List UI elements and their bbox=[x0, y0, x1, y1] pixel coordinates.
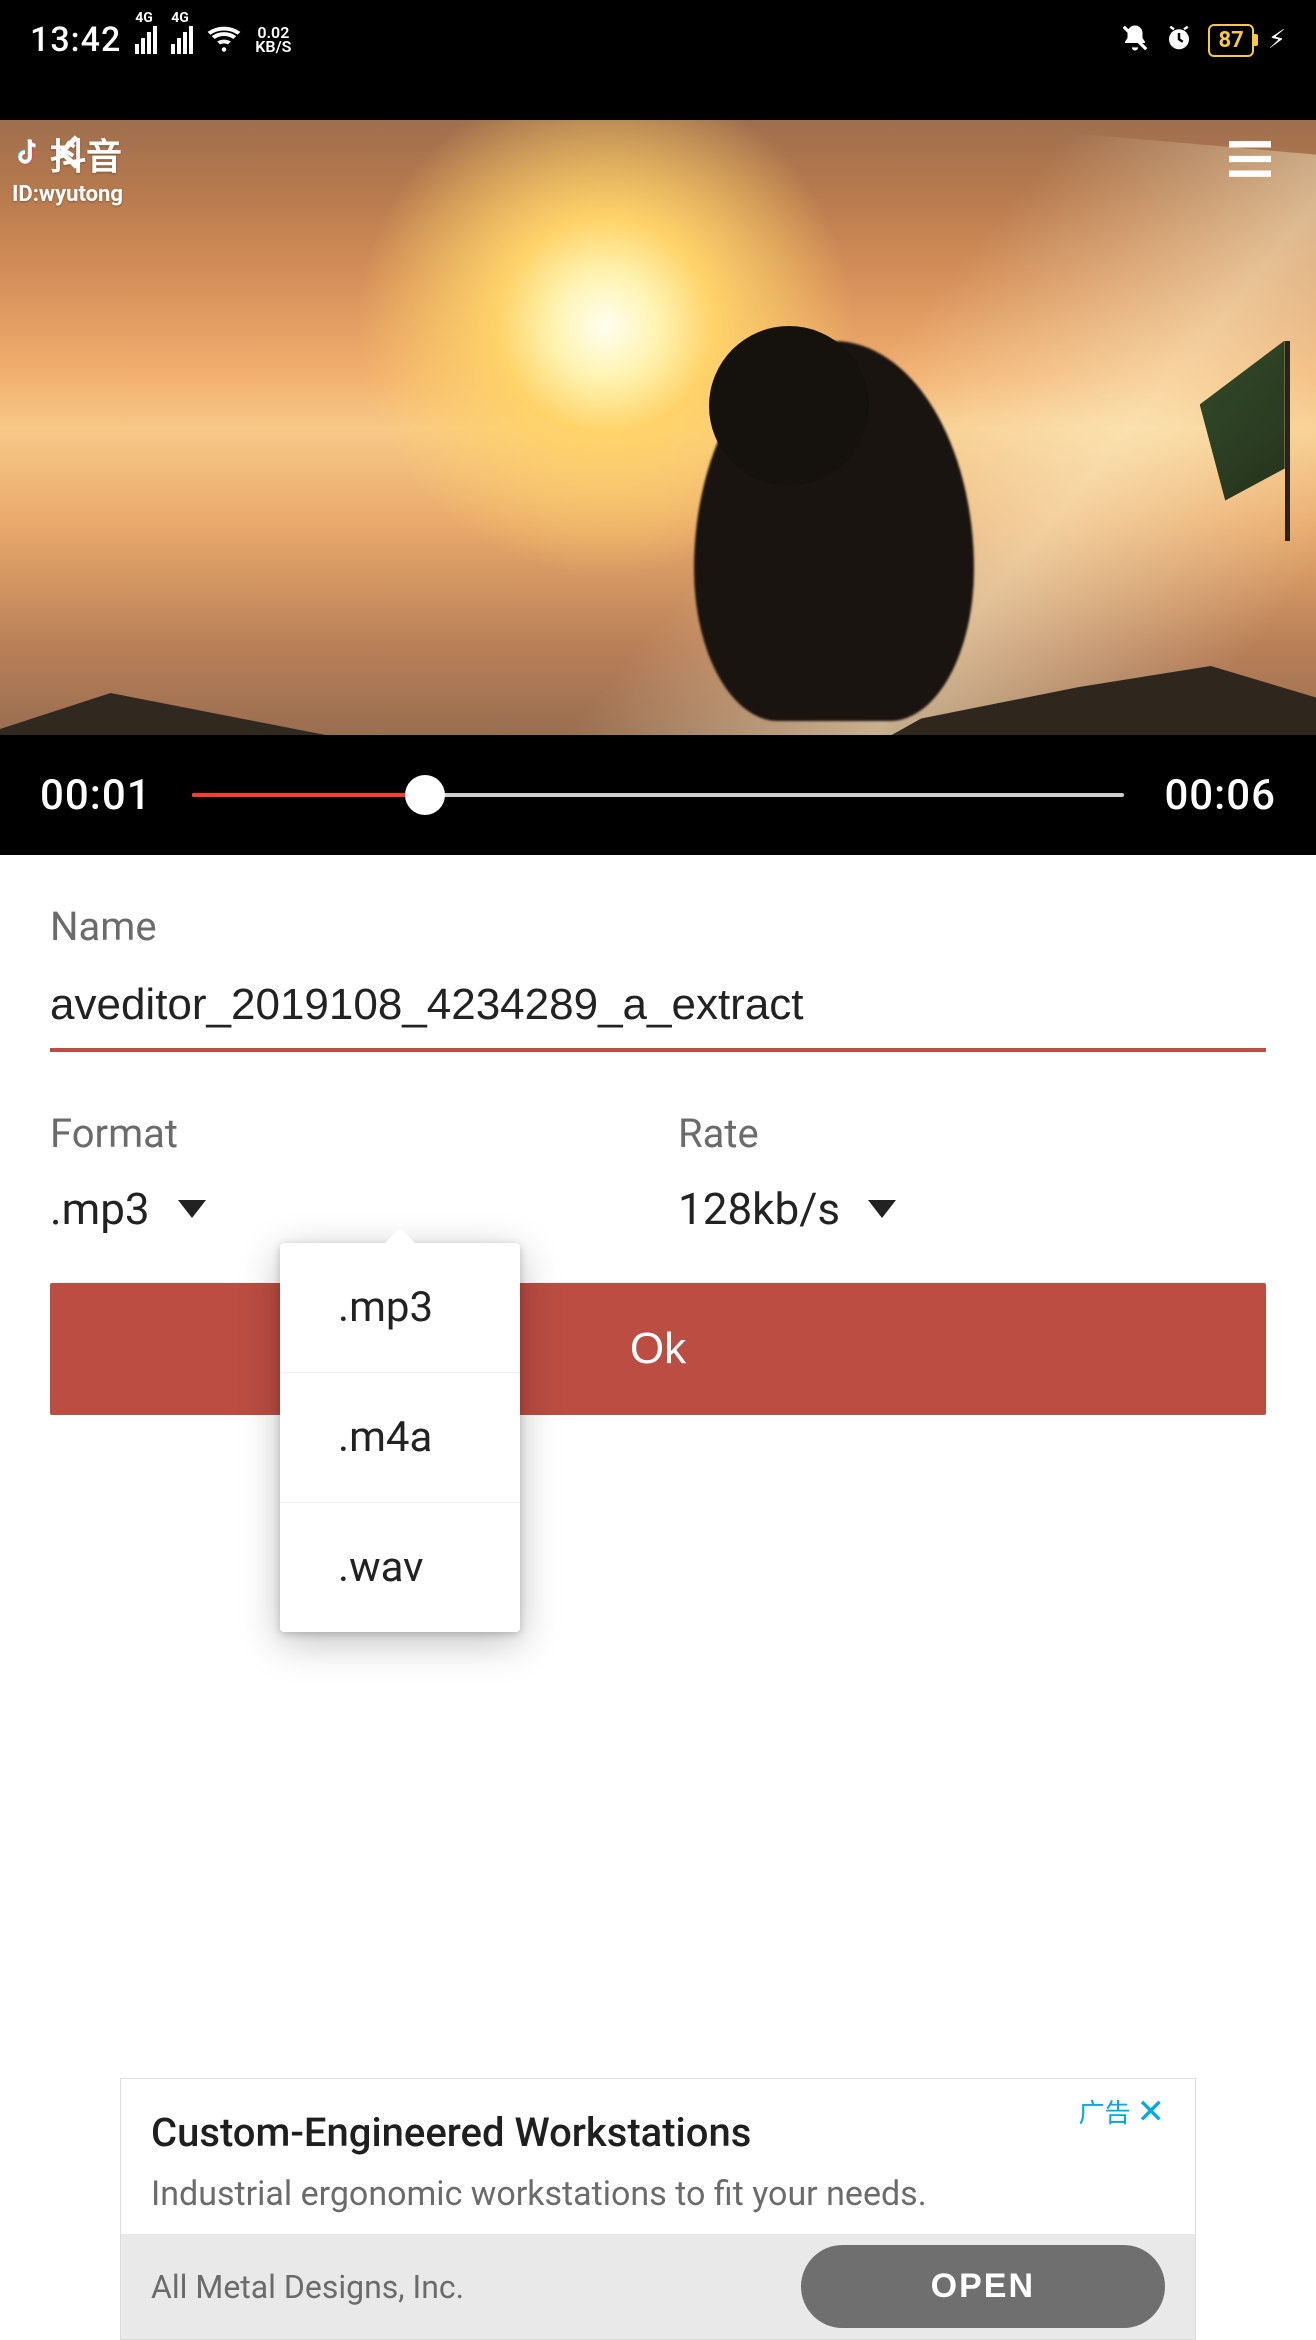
format-value: .mp3 bbox=[50, 1183, 150, 1235]
seek-thumb[interactable] bbox=[405, 775, 445, 815]
ad-company: All Metal Designs, Inc. bbox=[151, 2268, 464, 2306]
ad-subtitle: Industrial ergonomic workstations to fit… bbox=[151, 2174, 1165, 2214]
signal-1-icon: 4G bbox=[135, 26, 157, 54]
form-area: Name Format .mp3 Rate 128kb/s Ok .mp3 bbox=[0, 855, 1316, 2340]
ad-close-icon[interactable]: ✕ bbox=[1137, 2095, 1166, 2129]
name-input[interactable] bbox=[50, 950, 1266, 1052]
wifi-icon bbox=[207, 21, 241, 59]
status-right: 87 ⚡︎ bbox=[1120, 23, 1286, 57]
rate-label: Rate bbox=[678, 1110, 1266, 1157]
ad-title: Custom-Engineered Workstations bbox=[151, 2109, 1165, 2156]
silent-icon bbox=[1120, 23, 1150, 57]
charging-icon: ⚡︎ bbox=[1268, 25, 1286, 55]
caret-down-icon bbox=[178, 1200, 206, 1218]
status-time: 13:42 bbox=[30, 20, 121, 60]
back-button[interactable] bbox=[50, 126, 90, 182]
battery-icon: 87 bbox=[1208, 24, 1253, 57]
name-label: Name bbox=[50, 903, 1266, 950]
net-speed: 0.02 KB/S bbox=[255, 26, 291, 54]
douyin-logo-icon bbox=[12, 137, 42, 171]
ad-banner[interactable]: 广告 ✕ Custom-Engineered Workstations Indu… bbox=[120, 2078, 1196, 2340]
alarm-icon bbox=[1164, 23, 1194, 57]
format-dropdown: .mp3 .m4a .wav bbox=[280, 1243, 520, 1632]
screen: 13:42 4G 4G 0.02 KB/S 8 bbox=[0, 0, 1316, 2340]
rate-select[interactable]: 128kb/s bbox=[678, 1183, 1266, 1235]
format-option-mp3[interactable]: .mp3 bbox=[280, 1243, 520, 1373]
watermark-id: ID:wyutong bbox=[12, 182, 123, 207]
format-label: Format bbox=[50, 1110, 638, 1157]
signal-2-icon: 4G bbox=[171, 26, 193, 54]
status-bar: 13:42 4G 4G 0.02 KB/S 8 bbox=[0, 0, 1316, 80]
ok-button[interactable]: Ok bbox=[50, 1283, 1266, 1415]
rate-value: 128kb/s bbox=[678, 1183, 840, 1235]
ad-tag: 广告 ✕ bbox=[1078, 2093, 1165, 2130]
time-duration: 00:06 bbox=[1164, 771, 1276, 820]
video-player[interactable]: 抖音 ID:wyutong 00:01 00:06 bbox=[0, 120, 1316, 855]
status-left: 13:42 4G 4G 0.02 KB/S bbox=[30, 20, 291, 60]
letterbox-top bbox=[0, 80, 1316, 120]
format-select[interactable]: .mp3 bbox=[50, 1183, 638, 1235]
format-option-wav[interactable]: .wav bbox=[280, 1503, 520, 1632]
ad-open-button[interactable]: OPEN bbox=[801, 2245, 1165, 2328]
format-option-m4a[interactable]: .m4a bbox=[280, 1373, 520, 1503]
menu-button[interactable] bbox=[1224, 138, 1276, 184]
seek-bar[interactable] bbox=[192, 792, 1125, 798]
caret-down-icon bbox=[868, 1200, 896, 1218]
time-elapsed: 00:01 bbox=[40, 771, 152, 820]
video-controls: 00:01 00:06 bbox=[0, 735, 1316, 855]
